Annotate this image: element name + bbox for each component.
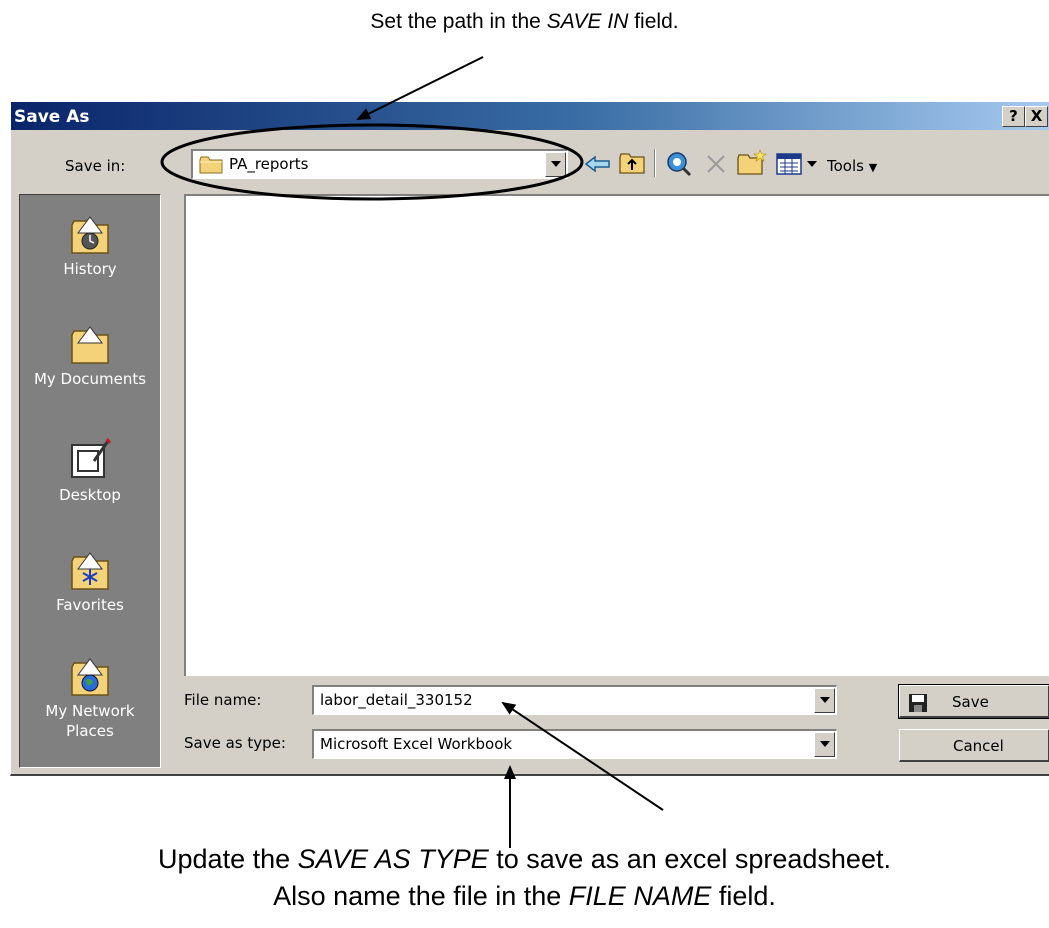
new-folder-icon[interactable] bbox=[736, 148, 768, 178]
save-as-type-select[interactable]: Microsoft Excel Workbook bbox=[312, 729, 837, 759]
toolbar-separator bbox=[654, 149, 656, 177]
place-label: My Documents bbox=[33, 370, 147, 388]
place-history[interactable]: History bbox=[20, 213, 160, 279]
place-label: Desktop bbox=[59, 486, 121, 504]
network-places-icon bbox=[71, 658, 109, 696]
place-my-network-places[interactable]: My Network Places bbox=[20, 655, 160, 741]
views-icon[interactable] bbox=[775, 152, 803, 176]
annotation-bottom-line1: Update the SAVE AS TYPE to save as an ex… bbox=[0, 844, 1049, 875]
save-in-value: PA_reports bbox=[229, 155, 309, 173]
save-in-dropdown-button[interactable] bbox=[545, 152, 566, 177]
save-as-type-label: Save as type: bbox=[184, 734, 286, 752]
annotation-bottom-line1-emphasis: SAVE AS TYPE bbox=[297, 844, 489, 874]
file-list[interactable] bbox=[184, 194, 1049, 676]
file-name-dropdown-button[interactable] bbox=[814, 688, 835, 713]
desktop-icon bbox=[71, 438, 112, 478]
save-button[interactable]: Save bbox=[898, 684, 1049, 719]
annotation-top-emphasis: SAVE IN bbox=[546, 10, 629, 33]
file-name-label: File name: bbox=[184, 691, 261, 709]
annotation-bottom-line1-suffix: to save as an excel spreadsheet. bbox=[488, 844, 891, 874]
floppy-disk-icon bbox=[909, 694, 927, 712]
place-desktop[interactable]: Desktop bbox=[20, 437, 160, 505]
favorites-icon bbox=[71, 552, 109, 590]
my-documents-icon bbox=[71, 326, 109, 364]
annotation-top-text: Set the path in the bbox=[370, 10, 547, 33]
place-label: Favorites bbox=[56, 596, 124, 614]
file-name-value: labor_detail_330152 bbox=[320, 691, 473, 709]
tools-menu[interactable]: Tools ▼ bbox=[827, 157, 877, 175]
save-as-type-label-text: Save as type: bbox=[184, 734, 286, 752]
file-name-label-text: File name: bbox=[184, 691, 262, 709]
title-bar: Save As ? X bbox=[11, 102, 1049, 130]
annotation-bottom-line2-suffix: field. bbox=[711, 881, 776, 911]
cancel-button[interactable]: Cancel bbox=[899, 729, 1049, 762]
place-favorites[interactable]: Favorites bbox=[20, 549, 160, 615]
close-button[interactable]: X bbox=[1025, 106, 1048, 127]
tools-dropdown-icon: ▼ bbox=[868, 161, 878, 174]
history-icon bbox=[71, 216, 109, 254]
search-web-icon[interactable] bbox=[665, 150, 693, 178]
place-label: My Network Places bbox=[45, 702, 135, 740]
folder-icon bbox=[199, 156, 223, 174]
tools-label: Tools bbox=[827, 157, 864, 175]
file-name-input[interactable]: labor_detail_330152 bbox=[312, 685, 837, 715]
annotation-bottom-line2-emphasis: FILE NAME bbox=[568, 881, 712, 911]
place-label: History bbox=[63, 260, 117, 278]
dialog-title: Save As bbox=[14, 107, 90, 127]
save-as-type-dropdown-button[interactable] bbox=[814, 732, 835, 757]
annotation-bottom-line2-text: Also name the file in the bbox=[273, 881, 569, 911]
save-in-label-text: Save in: bbox=[65, 157, 126, 175]
help-button[interactable]: ? bbox=[1002, 106, 1025, 127]
place-my-documents[interactable]: My Documents bbox=[20, 323, 160, 389]
views-dropdown-icon[interactable] bbox=[807, 161, 817, 167]
save-button-label: Save bbox=[952, 693, 989, 711]
save-in-combo[interactable]: PA_reports bbox=[191, 149, 568, 179]
annotation-bottom-line1-text: Update the bbox=[158, 844, 298, 874]
save-in-label: Save in: bbox=[65, 157, 125, 175]
save-as-type-value: Microsoft Excel Workbook bbox=[320, 735, 513, 753]
annotation-top-suffix: field. bbox=[628, 10, 679, 33]
cancel-button-label: Cancel bbox=[953, 737, 1004, 755]
annotation-top: Set the path in the SAVE IN field. bbox=[0, 10, 1049, 34]
save-as-dialog: Save As ? X Save in: PA_reports Tools ▼ … bbox=[10, 102, 1049, 776]
delete-icon[interactable] bbox=[704, 152, 728, 176]
places-bar: History My Documents Desktop Favorites M… bbox=[19, 194, 161, 768]
back-arrow-icon[interactable] bbox=[583, 152, 613, 176]
up-folder-icon[interactable] bbox=[617, 150, 647, 176]
annotation-bottom-line2: Also name the file in the FILE NAME fiel… bbox=[0, 881, 1049, 912]
